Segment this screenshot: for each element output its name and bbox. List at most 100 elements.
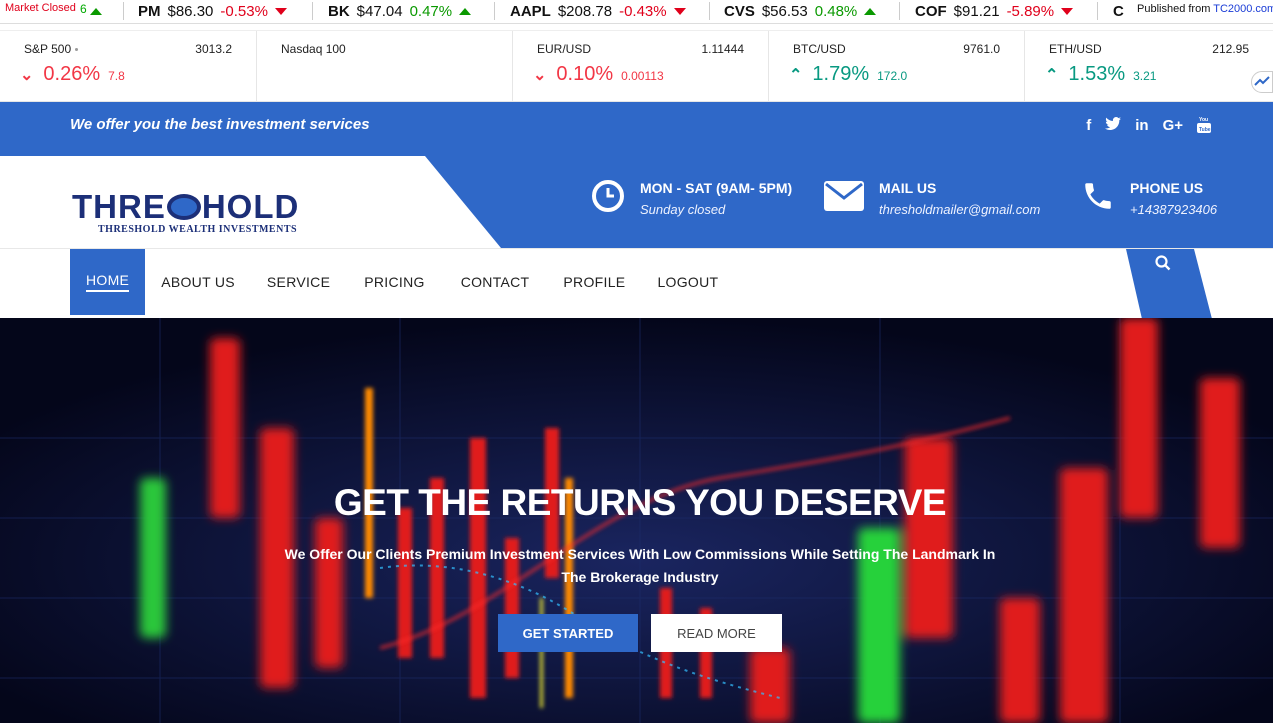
market-change: ⌄ 0.10% 0.00113 bbox=[533, 63, 664, 86]
ticker-divider bbox=[1097, 2, 1098, 20]
hours-title: MON - SAT (9AM- 5PM) bbox=[640, 180, 793, 196]
threshold-logo[interactable]: THRE HOLD THRESHOLD WEALTH INVESTMENTS bbox=[72, 190, 322, 244]
ticker-symbol: BK bbox=[328, 3, 350, 20]
youtube-icon[interactable]: You Tube bbox=[1197, 117, 1211, 137]
mail-title: MAIL US bbox=[879, 180, 937, 196]
market-price: 9761.0 bbox=[963, 42, 1000, 56]
up-arrow-icon bbox=[90, 8, 102, 15]
tradingview-logo-icon[interactable] bbox=[1251, 71, 1273, 93]
ticker-divider bbox=[899, 2, 900, 20]
down-arrow-icon bbox=[1061, 8, 1074, 15]
market-name: BTC/USD bbox=[793, 42, 846, 56]
search-button[interactable] bbox=[1126, 249, 1212, 319]
nav-contact[interactable]: CONTACT bbox=[443, 249, 548, 315]
ticker-symbol: PM bbox=[138, 3, 161, 20]
facebook-icon[interactable]: f bbox=[1086, 117, 1091, 137]
market-percent: 1.79% bbox=[812, 63, 870, 85]
mail-address[interactable]: thresholdmailer@gmail.com bbox=[879, 202, 1040, 217]
up-arrow-icon bbox=[864, 8, 877, 15]
ticker-price: $208.78 bbox=[557, 3, 613, 20]
phone-title: PHONE US bbox=[1130, 180, 1204, 196]
ticker-item-partial[interactable]: C bbox=[1113, 3, 1124, 20]
logo-globe-icon bbox=[166, 194, 201, 220]
ticker-attribution: Published from TC2000.com bbox=[1131, 0, 1273, 23]
svg-text:Tube: Tube bbox=[1199, 127, 1211, 133]
google-plus-icon[interactable]: G+ bbox=[1163, 117, 1183, 137]
contact-mail: MAIL US thresholdmailer@gmail.com bbox=[823, 178, 1040, 217]
market-card-eurusd[interactable]: EUR/USD 1.11444 ⌄ 0.10% 0.00113 bbox=[513, 31, 769, 101]
ticker-symbol: COF bbox=[915, 3, 947, 20]
dot-icon bbox=[75, 48, 79, 52]
market-price: 1.11444 bbox=[701, 42, 745, 56]
contact-hours: MON - SAT (9AM- 5PM) Sunday closed bbox=[590, 178, 792, 217]
ticker-change: -0.43% bbox=[619, 3, 667, 20]
contact-phone: PHONE US +14387923406 bbox=[1080, 178, 1217, 217]
nav-pricing[interactable]: PRICING bbox=[346, 249, 442, 315]
clock-icon bbox=[590, 178, 626, 214]
site-header: THRE HOLD THRESHOLD WEALTH INVESTMENTS MO… bbox=[0, 156, 1273, 248]
ticker-divider bbox=[494, 2, 495, 20]
main-navigation: HOME ABOUT US SERVICE PRICING CONTACT PR… bbox=[0, 248, 1273, 325]
ticker-change: 0.47% bbox=[409, 3, 453, 20]
market-name: S&P 500 bbox=[24, 42, 79, 56]
linkedin-icon[interactable]: in bbox=[1135, 117, 1148, 137]
ticker-change: -0.53% bbox=[220, 3, 268, 20]
ticker-item-aapl[interactable]: AAPL $208.78 -0.43% bbox=[510, 3, 686, 20]
market-change: ⌃ 1.79% 172.0 bbox=[789, 63, 907, 86]
ticker-divider bbox=[123, 2, 124, 20]
down-arrow-icon bbox=[274, 8, 287, 15]
market-change: ⌃ 1.53% 3.21 bbox=[1045, 63, 1156, 86]
market-abs-change: 172.0 bbox=[877, 69, 908, 83]
down-arrow-icon bbox=[673, 8, 686, 15]
market-card-nasdaq[interactable]: Nasdaq 100 bbox=[257, 31, 513, 101]
ticker-item-bk[interactable]: BK $47.04 0.47% bbox=[328, 3, 472, 20]
ticker-divider bbox=[312, 2, 313, 20]
get-started-button[interactable]: GET STARTED bbox=[498, 614, 638, 652]
ticker-item-pm[interactable]: PM $86.30 -0.53% bbox=[138, 3, 287, 20]
nav-service[interactable]: SERVICE bbox=[251, 249, 346, 315]
hours-subtitle: Sunday closed bbox=[640, 202, 726, 217]
tc2000-link[interactable]: TC2000.com bbox=[1213, 3, 1273, 15]
nav-about-us[interactable]: ABOUT US bbox=[145, 249, 251, 315]
market-name: EUR/USD bbox=[537, 42, 592, 56]
twitter-icon[interactable] bbox=[1105, 117, 1122, 137]
ticker-price: $91.21 bbox=[953, 3, 1000, 20]
market-abs-change: 7.8 bbox=[108, 69, 125, 83]
phone-icon bbox=[1080, 178, 1116, 214]
envelope-icon bbox=[823, 178, 865, 214]
social-links: f in G+ You Tube bbox=[1086, 117, 1211, 137]
market-percent: 0.10% bbox=[556, 63, 614, 85]
ticker-item-cvs[interactable]: CVS $56.53 0.48% bbox=[724, 3, 877, 20]
up-arrow-icon bbox=[459, 8, 472, 15]
market-abs-change: 3.21 bbox=[1133, 69, 1157, 83]
ticker-change: 0.48% bbox=[814, 3, 858, 20]
ticker-change: -5.89% bbox=[1006, 3, 1055, 20]
search-icon bbox=[1155, 255, 1171, 271]
phone-number[interactable]: +14387923406 bbox=[1130, 202, 1217, 217]
market-change: ⌄ 0.26% 7.8 bbox=[20, 63, 125, 86]
market-percent: 0.26% bbox=[43, 63, 101, 85]
nav-logout[interactable]: LOGOUT bbox=[641, 249, 734, 315]
published-label: Published from bbox=[1137, 3, 1211, 15]
hero-banner: GET THE RETURNS YOU DESERVE We Offer Our… bbox=[0, 318, 1273, 723]
market-abs-change: 0.00113 bbox=[621, 69, 664, 83]
logo-wordmark: THRE HOLD bbox=[72, 188, 300, 225]
ticker-item-cof[interactable]: COF $91.21 -5.89% bbox=[915, 3, 1074, 20]
tagline: We offer you the best investment service… bbox=[70, 116, 370, 133]
chevron-up-icon: ⌃ bbox=[1045, 67, 1059, 84]
market-card-btcusd[interactable]: BTC/USD 9761.0 ⌃ 1.79% 172.0 bbox=[769, 31, 1025, 101]
nav-home[interactable]: HOME bbox=[70, 249, 146, 315]
market-name: ETH/USD bbox=[1049, 42, 1102, 56]
ticker-price: $47.04 bbox=[356, 3, 403, 20]
market-card-sp500[interactable]: S&P 500 3013.2 ⌄ 0.26% 7.8 bbox=[0, 31, 257, 101]
ticker-price: $56.53 bbox=[761, 3, 808, 20]
hero-subtitle: We Offer Our Clients Premium Investment … bbox=[284, 546, 996, 585]
logo-subtitle: THRESHOLD WEALTH INVESTMENTS bbox=[98, 224, 298, 235]
top-bar: We offer you the best investment service… bbox=[0, 102, 1273, 156]
market-card-ethusd[interactable]: ETH/USD 212.95 ⌃ 1.53% 3.21 bbox=[1025, 31, 1273, 101]
nav-profile[interactable]: PROFILE bbox=[547, 249, 641, 315]
ticker-symbol: CVS bbox=[724, 3, 755, 20]
read-more-button[interactable]: READ MORE bbox=[651, 614, 782, 652]
chevron-down-icon: ⌄ bbox=[533, 67, 547, 84]
market-price: 212.95 bbox=[1212, 42, 1249, 56]
